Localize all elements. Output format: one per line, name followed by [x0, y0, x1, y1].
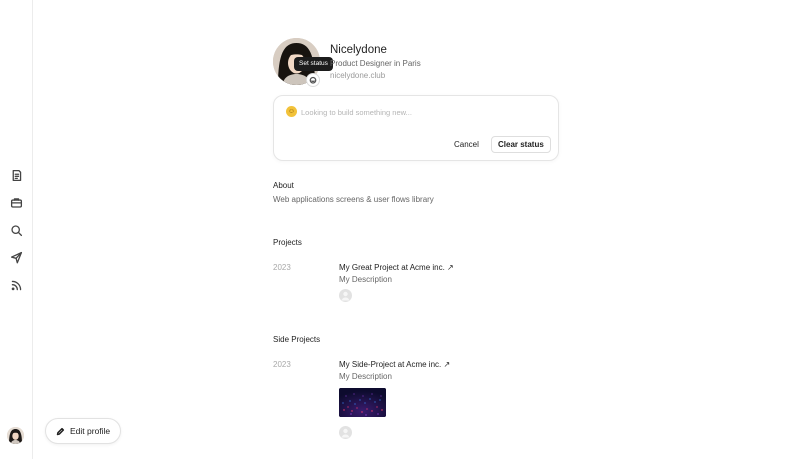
edit-profile-button[interactable]: Edit profile	[45, 418, 122, 444]
project-year: 2023	[273, 263, 291, 272]
briefcase-icon[interactable]	[8, 194, 24, 210]
pencil-icon	[56, 427, 65, 435]
about-text: Web applications screens & user flows li…	[273, 195, 434, 204]
emoji-picker-icon[interactable]: ☺	[286, 106, 297, 117]
side-project-thumbnail[interactable]	[339, 388, 386, 417]
cancel-button[interactable]: Cancel	[454, 136, 479, 153]
project-collaborator-avatar[interactable]	[339, 289, 352, 302]
projects-heading: Projects	[273, 238, 302, 247]
edit-profile-label: Edit profile	[70, 426, 111, 436]
smiley-add-icon	[309, 76, 317, 84]
side-projects-heading: Side Projects	[273, 335, 321, 344]
profile-site-link[interactable]: nicelydone.club	[330, 71, 385, 80]
about-heading: About	[273, 181, 294, 190]
set-status-tooltip: Set status	[294, 57, 333, 71]
project-description: My Description	[339, 275, 392, 284]
clear-status-button[interactable]: Clear status	[491, 136, 551, 153]
rss-icon[interactable]	[8, 277, 24, 293]
user-placeholder-icon	[341, 291, 350, 301]
side-project-description: My Description	[339, 372, 392, 381]
side-project-year: 2023	[273, 360, 291, 369]
send-icon[interactable]	[8, 249, 24, 265]
side-project-title-link[interactable]: My Side-Project at Acme inc. ↗	[339, 360, 450, 369]
user-placeholder-icon	[341, 428, 350, 438]
project-title-link[interactable]: My Great Project at Acme inc. ↗	[339, 263, 454, 272]
side-project-collaborator-avatar[interactable]	[339, 426, 352, 439]
profile-role: Product Designer in Paris	[330, 59, 421, 68]
notes-icon[interactable]	[8, 167, 24, 183]
profile-name: Nicelydone	[330, 44, 387, 56]
set-status-button[interactable]	[306, 73, 320, 87]
search-icon[interactable]	[8, 222, 24, 238]
user-avatar[interactable]	[7, 427, 24, 444]
status-editor: ☺ Cancel Clear status	[273, 95, 559, 161]
sidebar	[0, 0, 33, 459]
status-input[interactable]	[301, 104, 541, 120]
